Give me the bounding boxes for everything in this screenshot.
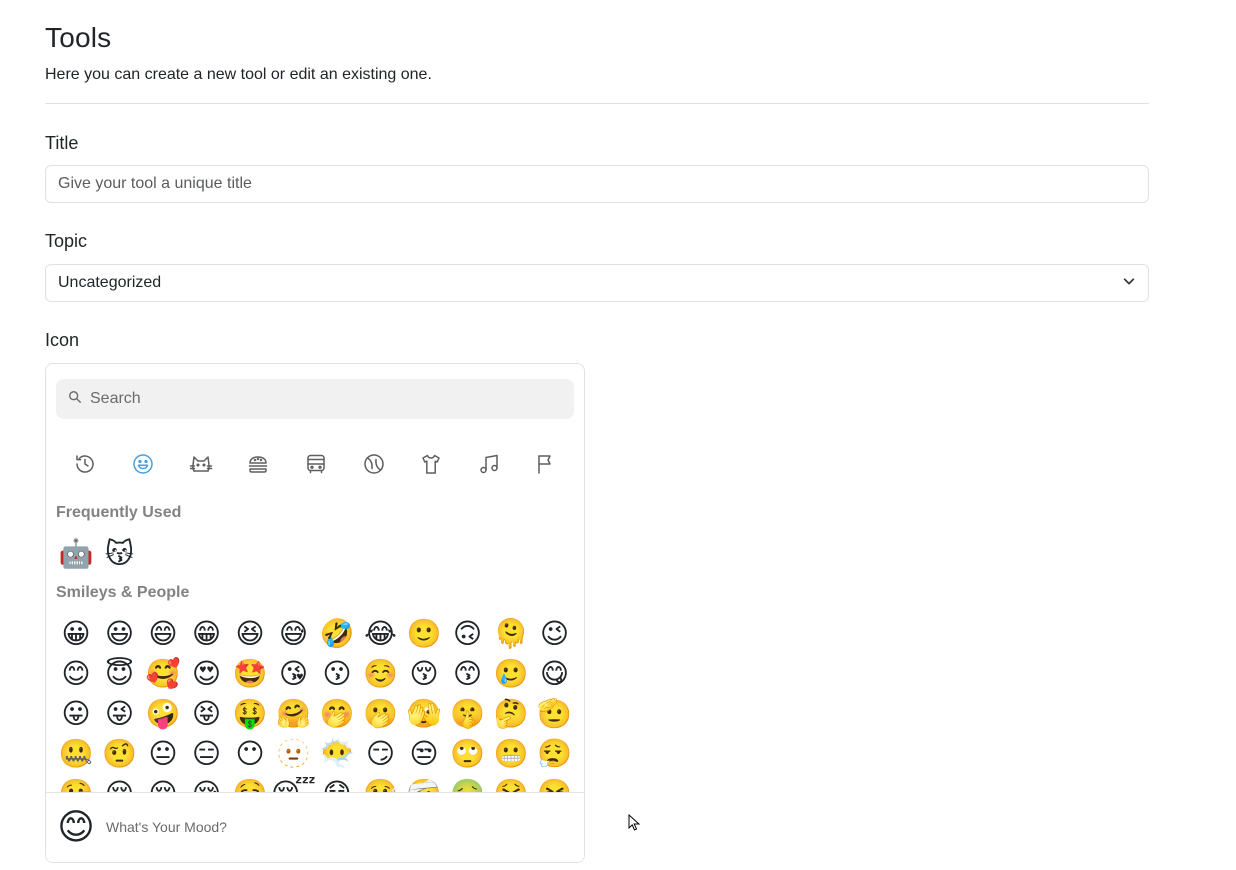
emoji-item[interactable]: 🥲: [491, 654, 531, 694]
mouse-pointer-icon: [628, 814, 640, 831]
emoji-item[interactable]: 😄: [143, 614, 183, 654]
title-input[interactable]: [45, 165, 1149, 203]
emoji-item[interactable]: 🤒: [361, 774, 401, 793]
emoji-item[interactable]: 🤕: [404, 774, 444, 793]
cat-icon[interactable]: [184, 447, 218, 481]
emoji-item[interactable]: 😶: [230, 734, 270, 774]
search-icon: [68, 390, 88, 409]
emoji-item[interactable]: 😙: [448, 654, 488, 694]
emoji-item[interactable]: 😔: [143, 774, 183, 793]
emoji-item[interactable]: 🤩: [230, 654, 270, 694]
title-label: Title: [45, 133, 79, 153]
emoji-item[interactable]: 😘: [274, 654, 314, 694]
frequently-used-grid: 🤖 😽: [56, 534, 574, 576]
emoji-item[interactable]: 🤣: [317, 614, 357, 654]
emoji-item[interactable]: 😆: [230, 614, 270, 654]
flag-icon[interactable]: [529, 447, 563, 481]
emoji-item[interactable]: 😑: [187, 734, 227, 774]
shirt-icon[interactable]: [414, 447, 448, 481]
burger-icon[interactable]: [241, 447, 275, 481]
emoji-item[interactable]: 😏: [361, 734, 401, 774]
emoji-item[interactable]: 🤖: [56, 534, 96, 574]
emoji-item[interactable]: 😁: [187, 614, 227, 654]
ball-icon[interactable]: [357, 447, 391, 481]
emoji-item[interactable]: 🤢: [448, 774, 488, 793]
emoji-item[interactable]: 😍: [187, 654, 227, 694]
emoji-item[interactable]: 😂: [361, 614, 401, 654]
chevron-down-icon: [1122, 274, 1136, 293]
category-tabs: [56, 447, 574, 483]
topic-selected-value: Uncategorized: [58, 274, 162, 291]
smileys-title: Smileys & People: [56, 584, 190, 601]
emoji-item[interactable]: 😽: [100, 534, 140, 574]
emoji-item[interactable]: 🫠: [491, 614, 531, 654]
emoji-item[interactable]: 😷: [317, 774, 357, 793]
preview-text: What's Your Mood?: [106, 819, 227, 835]
emoji-item[interactable]: 🫡: [535, 694, 575, 734]
emoji-item[interactable]: 🤑: [230, 694, 270, 734]
frequently-used-title: Frequently Used: [56, 504, 182, 521]
emoji-item[interactable]: ☺️: [361, 654, 401, 694]
emoji-item[interactable]: 🤫: [448, 694, 488, 734]
emoji-item[interactable]: 🤨: [100, 734, 140, 774]
emoji-item[interactable]: 😋: [535, 654, 575, 694]
emoji-item[interactable]: 😗: [317, 654, 357, 694]
picker-preview: 😊 What's Your Mood?: [46, 792, 584, 862]
emoji-item[interactable]: 😛: [56, 694, 96, 734]
emoji-item[interactable]: 😅: [274, 614, 314, 654]
icon-label: Icon: [45, 330, 80, 350]
emoji-item[interactable]: 😶‍🌫️: [317, 734, 357, 774]
emoji-item[interactable]: 😌: [100, 774, 140, 793]
smileys-grid: 😀 😃 😄 😁 😆 😅 🤣 😂 🙂 🙃 🫠 😉 😊 😇 🥰 😍 🤩 😘 😗 ☺️ 😚 😙 🥲 😋 😛 😜 🤪 😝 🤑 🤗 🤭 🫢 🫣 🤫 🤔 🫡 🤐 🤨 😐…: [56, 614, 575, 793]
bus-icon[interactable]: [299, 447, 333, 481]
emoji-item[interactable]: 😉: [535, 614, 575, 654]
emoji-item[interactable]: 🤐: [56, 734, 96, 774]
clock-icon[interactable]: [68, 447, 102, 481]
emoji-item[interactable]: 😒: [404, 734, 444, 774]
emoji-item[interactable]: 🥰: [143, 654, 183, 694]
emoji-item[interactable]: 🤪: [143, 694, 183, 734]
emoji-item[interactable]: 🙂: [404, 614, 444, 654]
emoji-item[interactable]: 😪: [187, 774, 227, 793]
page-subtitle: Here you can create a new tool or edit a…: [45, 66, 432, 83]
emoji-item[interactable]: 😴: [271, 774, 316, 793]
emoji-item[interactable]: 😊: [56, 654, 96, 694]
emoji-item[interactable]: 🤤: [230, 774, 270, 793]
emoji-item[interactable]: 😮‍💨: [535, 734, 575, 774]
emoji-item[interactable]: 🙄: [448, 734, 488, 774]
emoji-item[interactable]: 😜: [100, 694, 140, 734]
emoji-item[interactable]: 🤧: [535, 774, 575, 793]
emoji-item[interactable]: 🤥: [56, 774, 96, 793]
emoji-item[interactable]: 🫣: [404, 694, 444, 734]
emoji-item[interactable]: 🤮: [491, 774, 531, 793]
emoji-item[interactable]: 🫢: [361, 694, 401, 734]
emoji-item[interactable]: 😐: [143, 734, 183, 774]
music-icon[interactable]: [472, 447, 506, 481]
emoji-item[interactable]: 🙃: [448, 614, 488, 654]
topic-select[interactable]: Uncategorized: [45, 264, 1149, 302]
emoji-picker: Frequently Used 🤖😽 Smileys & People 😀😃😄😁…: [45, 363, 585, 863]
emoji-item[interactable]: 😚: [404, 654, 444, 694]
emoji-search-input[interactable]: [88, 389, 562, 409]
emoji-item[interactable]: 😃: [100, 614, 140, 654]
emoji-item[interactable]: 😬: [491, 734, 531, 774]
emoji-item[interactable]: 🤔: [491, 694, 531, 734]
preview-emoji: 😊: [57, 806, 95, 848]
topic-label: Topic: [45, 231, 88, 251]
emoji-item[interactable]: 🤗: [274, 694, 314, 734]
emoji-item[interactable]: 🤭: [317, 694, 357, 734]
emoji-item[interactable]: 😝: [187, 694, 227, 734]
emoji-search[interactable]: [56, 379, 574, 419]
emoji-item[interactable]: 😀: [56, 614, 96, 654]
emoji-item[interactable]: 😇: [100, 654, 140, 694]
emoji-item[interactable]: 🫥: [274, 734, 314, 774]
header-divider: [45, 103, 1149, 104]
page-title: Tools: [45, 22, 112, 53]
smiley-icon[interactable]: [126, 447, 160, 481]
